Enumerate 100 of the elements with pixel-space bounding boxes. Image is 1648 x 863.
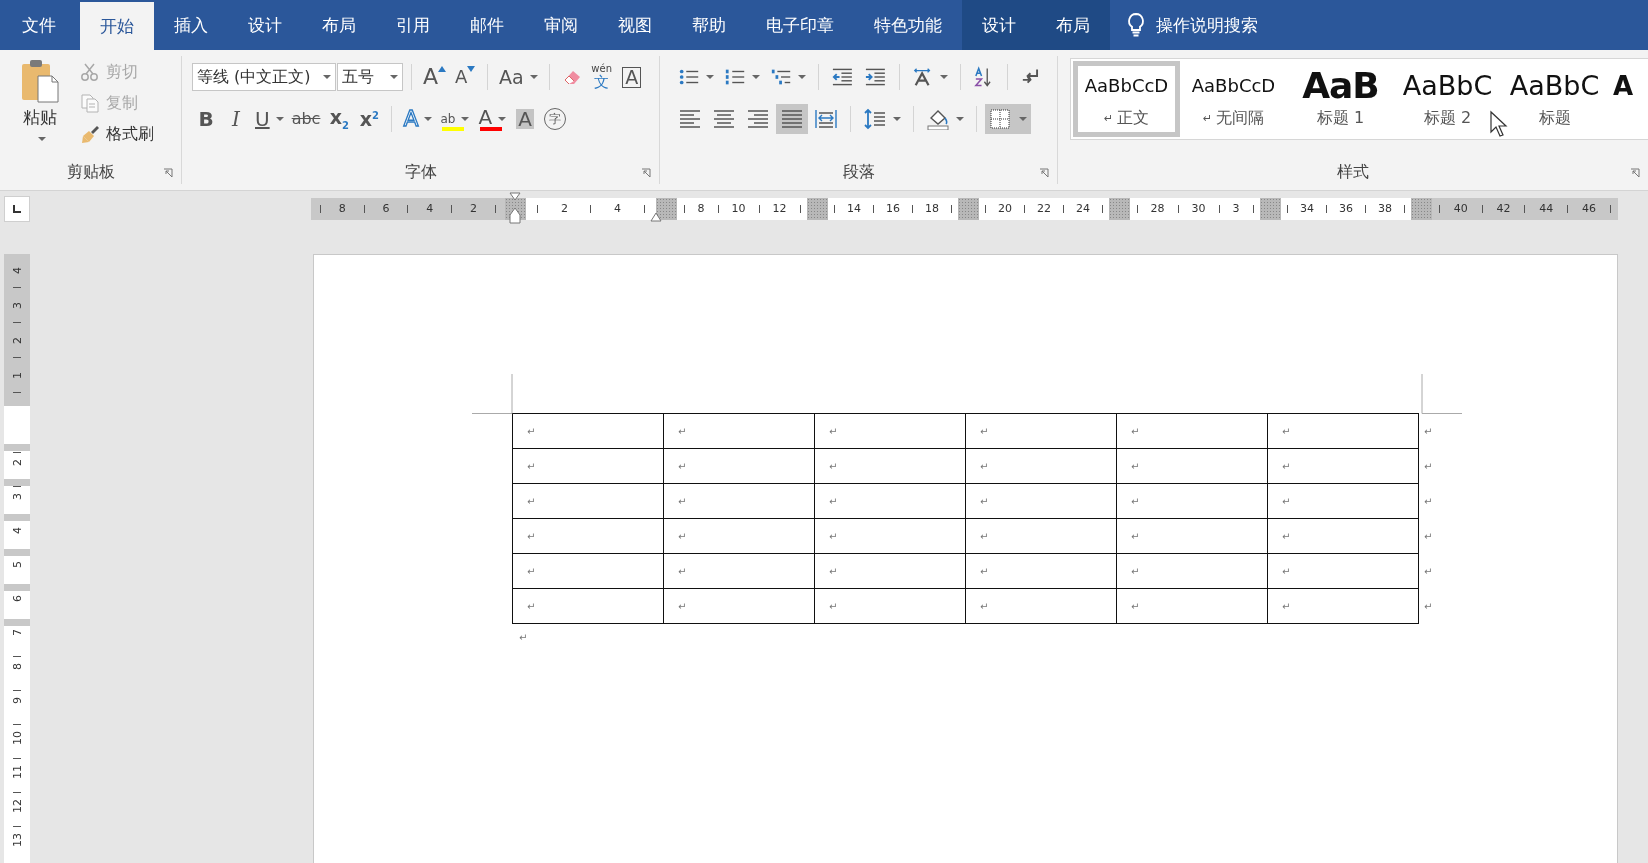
table-cell[interactable]: ↵ bbox=[663, 588, 815, 624]
ribbon-tab[interactable]: 开始 bbox=[80, 2, 154, 50]
table-cell[interactable]: ↵ bbox=[814, 448, 966, 484]
italic-button[interactable]: I bbox=[222, 104, 250, 134]
ribbon-tab[interactable]: 设计 bbox=[228, 0, 302, 50]
caret-icon[interactable] bbox=[956, 117, 964, 121]
table-cell[interactable]: ↵ bbox=[965, 413, 1117, 449]
table-cell[interactable]: ↵ bbox=[814, 588, 966, 624]
table-cell[interactable]: ↵ bbox=[1267, 518, 1419, 554]
caret-icon[interactable] bbox=[1019, 117, 1027, 121]
row-marker[interactable] bbox=[4, 444, 30, 451]
launcher-icon[interactable] bbox=[163, 168, 173, 178]
table-cell[interactable]: ↵ bbox=[1116, 518, 1268, 554]
table-cell[interactable]: ↵ bbox=[1267, 553, 1419, 589]
column-marker[interactable] bbox=[1411, 197, 1432, 220]
table-cell[interactable]: ↵ bbox=[814, 553, 966, 589]
table-cell[interactable]: ↵ bbox=[663, 448, 815, 484]
table-cell[interactable]: ↵ bbox=[814, 413, 966, 449]
caret-icon[interactable] bbox=[498, 117, 507, 121]
ribbon-tab[interactable]: 特色功能 bbox=[854, 0, 962, 50]
font-name-field[interactable]: 等线 (中文正文) bbox=[192, 63, 336, 91]
table-cell[interactable]: ↵ bbox=[1116, 588, 1268, 624]
table-cell[interactable]: ↵ bbox=[663, 483, 815, 519]
table-cell[interactable]: ↵ bbox=[512, 483, 664, 519]
ribbon-tab[interactable]: 帮助 bbox=[672, 0, 746, 50]
table-cell[interactable]: ↵ bbox=[814, 518, 966, 554]
shrink-font-button[interactable]: A bbox=[451, 62, 480, 92]
phonetic-guide-button[interactable]: wén 文 bbox=[587, 62, 616, 92]
highlight-button[interactable]: ab bbox=[437, 104, 474, 134]
caret-icon[interactable] bbox=[752, 75, 761, 79]
table-cell[interactable]: ↵ bbox=[1267, 413, 1419, 449]
style-option[interactable]: AaBbC 标题 bbox=[1501, 61, 1608, 137]
underline-button[interactable]: U bbox=[252, 104, 287, 134]
caret-icon[interactable] bbox=[529, 75, 538, 79]
table-cell[interactable]: ↵ bbox=[1116, 413, 1268, 449]
table-cell[interactable]: ↵ bbox=[512, 518, 664, 554]
subscript-button[interactable]: x$_{2}$ bbox=[325, 104, 354, 134]
caret-icon[interactable] bbox=[706, 75, 715, 79]
tab-stop-icon[interactable] bbox=[12, 203, 22, 214]
caret-icon[interactable] bbox=[939, 75, 948, 79]
column-marker[interactable] bbox=[1109, 197, 1130, 220]
launcher-icon[interactable] bbox=[1039, 168, 1049, 178]
table-cell[interactable]: ↵ bbox=[965, 518, 1117, 554]
table-cell[interactable]: ↵ bbox=[1116, 553, 1268, 589]
ribbon-tab[interactable]: 布局 bbox=[1036, 0, 1110, 50]
style-option[interactable]: AaB 标题 1 bbox=[1287, 61, 1394, 137]
column-marker[interactable] bbox=[807, 197, 828, 220]
caret-icon[interactable] bbox=[893, 117, 901, 121]
launcher-icon[interactable] bbox=[1630, 168, 1640, 178]
table-cell[interactable]: ↵ bbox=[1267, 483, 1419, 519]
format-painter-button[interactable]: 格式刷 bbox=[76, 120, 158, 148]
ribbon-tab[interactable]: 审阅 bbox=[524, 0, 598, 50]
table-cell[interactable]: ↵ bbox=[965, 588, 1117, 624]
indent-marker-icon[interactable] bbox=[509, 191, 521, 224]
table-cell[interactable]: ↵ bbox=[814, 483, 966, 519]
row-marker[interactable] bbox=[4, 584, 30, 591]
ribbon-tab[interactable]: 布局 bbox=[302, 0, 376, 50]
table-cell[interactable]: ↵ bbox=[663, 413, 815, 449]
ribbon-tab[interactable]: 邮件 bbox=[450, 0, 524, 50]
ribbon-tab[interactable]: 视图 bbox=[598, 0, 672, 50]
table-cell[interactable]: ↵ bbox=[965, 483, 1117, 519]
justify-button[interactable] bbox=[776, 104, 808, 134]
style-option[interactable]: AaBbCcD ↵ 无间隔 bbox=[1180, 61, 1287, 137]
caret-icon[interactable] bbox=[424, 117, 433, 121]
style-option[interactable]: A bbox=[1608, 61, 1646, 137]
caret-icon[interactable] bbox=[461, 117, 470, 121]
ribbon-tab[interactable]: 插入 bbox=[154, 0, 228, 50]
ribbon-tab[interactable]: 设计 bbox=[962, 0, 1036, 50]
column-marker[interactable] bbox=[656, 197, 677, 220]
table-cell[interactable]: ↵ bbox=[512, 413, 664, 449]
column-marker[interactable] bbox=[958, 197, 979, 220]
strikethrough-button[interactable]: abc bbox=[288, 104, 324, 134]
superscript-button[interactable]: x$^{2}$ bbox=[355, 104, 384, 134]
character-shading-button[interactable]: A bbox=[511, 104, 540, 134]
borders-button[interactable] bbox=[985, 104, 1031, 134]
table-cell[interactable]: ↵ bbox=[663, 518, 815, 554]
table-cell[interactable]: ↵ bbox=[512, 448, 664, 484]
row-marker[interactable] bbox=[4, 514, 30, 521]
row-marker[interactable] bbox=[4, 619, 30, 626]
table-cell[interactable]: ↵ bbox=[1116, 448, 1268, 484]
search-button[interactable]: 操作说明搜索 bbox=[1110, 0, 1274, 50]
table-cell[interactable]: ↵ bbox=[1267, 588, 1419, 624]
table-cell[interactable]: ↵ bbox=[512, 588, 664, 624]
ribbon-tab[interactable]: 文件 bbox=[0, 0, 80, 50]
paste-button[interactable]: 粘贴 bbox=[10, 56, 70, 160]
table-cell[interactable]: ↵ bbox=[1267, 448, 1419, 484]
caret-icon[interactable] bbox=[798, 75, 807, 79]
ribbon-tab[interactable]: 电子印章 bbox=[746, 0, 854, 50]
style-option[interactable]: AaBbC 标题 2 bbox=[1394, 61, 1501, 137]
row-marker[interactable] bbox=[4, 479, 30, 486]
font-color-button[interactable]: A bbox=[475, 104, 510, 134]
table-cell[interactable]: ↵ bbox=[663, 553, 815, 589]
caret-icon[interactable] bbox=[275, 117, 284, 121]
caret-icon[interactable] bbox=[323, 75, 331, 79]
right-indent-icon[interactable] bbox=[650, 211, 662, 222]
table-cell[interactable]: ↵ bbox=[1116, 483, 1268, 519]
grow-font-button[interactable]: A bbox=[420, 62, 450, 92]
launcher-icon[interactable] bbox=[641, 168, 651, 178]
change-case-button[interactable]: Aa bbox=[496, 62, 541, 92]
ribbon-tab[interactable]: 引用 bbox=[376, 0, 450, 50]
